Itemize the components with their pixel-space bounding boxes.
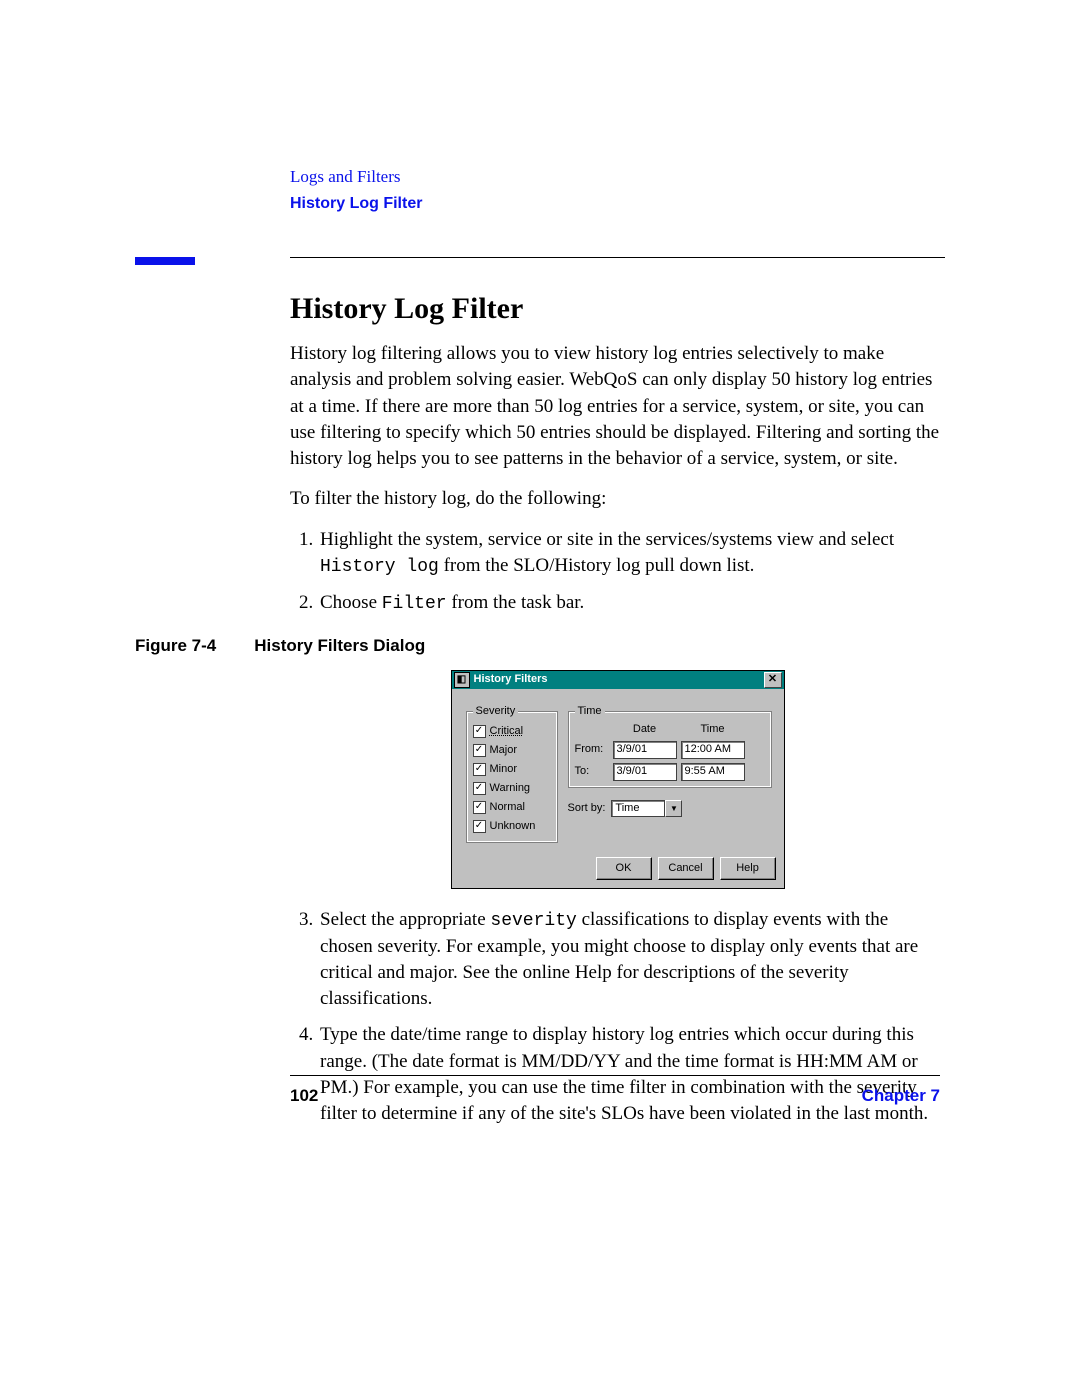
figure-label: Figure 7-4 [135, 634, 216, 657]
checkbox-unknown[interactable]: ✓ [473, 820, 486, 833]
label-minor: Minor [490, 762, 518, 777]
chapter-ref: Chapter 7 [862, 1086, 940, 1106]
checkbox-normal[interactable]: ✓ [473, 801, 486, 814]
dialog-titlebar: ◧ History Filters ✕ [452, 671, 784, 689]
step-2: Choose Filter from the task bar. [318, 590, 945, 617]
sortby-select[interactable]: Time ▼ [611, 800, 682, 817]
to-time-input[interactable]: 9:55 AM [681, 763, 745, 781]
dialog-title: History Filters [474, 672, 548, 687]
figure-caption: History Filters Dialog [254, 634, 425, 657]
page-title: History Log Filter [290, 288, 945, 329]
checkbox-warning[interactable]: ✓ [473, 782, 486, 795]
checkbox-minor[interactable]: ✓ [473, 763, 486, 776]
close-icon[interactable]: ✕ [764, 672, 782, 688]
from-date-input[interactable]: 3/9/01 [613, 741, 677, 759]
to-label: To: [575, 764, 609, 779]
chapter-name: Logs and Filters [290, 165, 945, 190]
page-number: 102 [290, 1086, 318, 1106]
label-warning: Warning [490, 781, 531, 796]
section-marker [135, 257, 195, 265]
code-severity: severity [490, 911, 576, 931]
label-critical: Critical [490, 724, 524, 739]
section-name: History Log Filter [290, 192, 945, 215]
cancel-button[interactable]: Cancel [658, 857, 714, 880]
label-unknown: Unknown [490, 819, 536, 834]
time-group: Time Date Time From: 3/9/01 12:00 AM To:… [568, 711, 772, 788]
code-history-log: History log [320, 557, 439, 577]
severity-group: Severity ✓Critical ✓Major ✓Minor ✓Warnin… [466, 711, 558, 843]
checkbox-critical[interactable]: ✓ [473, 725, 486, 738]
severity-legend: Severity [473, 704, 519, 719]
system-menu-icon[interactable]: ◧ [454, 672, 470, 688]
checkbox-major[interactable]: ✓ [473, 744, 486, 757]
top-rule [290, 257, 945, 258]
step-1: Highlight the system, service or site in… [318, 527, 945, 580]
label-major: Major [490, 743, 518, 758]
history-filters-dialog: ◧ History Filters ✕ Severity ✓ Critical ✓… [451, 670, 785, 889]
chevron-down-icon[interactable]: ▼ [665, 800, 682, 817]
footer-rule [290, 1075, 940, 1076]
time-header: Time [681, 722, 745, 737]
to-date-input[interactable]: 3/9/01 [613, 763, 677, 781]
sortby-label: Sort by: [568, 801, 606, 816]
instruction-lead: To filter the history log, do the follow… [290, 486, 945, 512]
intro-paragraph: History log filtering allows you to view… [290, 341, 945, 472]
from-time-input[interactable]: 12:00 AM [681, 741, 745, 759]
step-3: Select the appropriate severity classifi… [318, 907, 945, 1012]
from-label: From: [575, 742, 609, 757]
sortby-value: Time [611, 800, 665, 817]
ok-button[interactable]: OK [596, 857, 652, 880]
code-filter: Filter [382, 594, 447, 614]
time-legend: Time [575, 704, 605, 719]
label-normal: Normal [490, 800, 525, 815]
help-button[interactable]: Help [720, 857, 776, 880]
date-header: Date [613, 722, 677, 737]
